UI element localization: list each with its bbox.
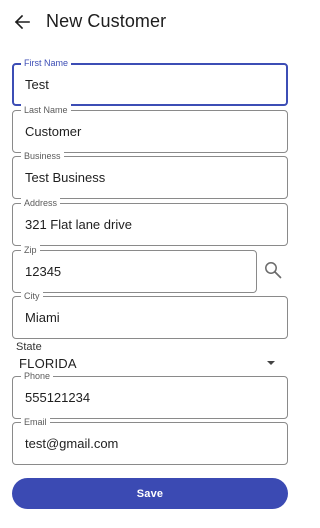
- page-title: New Customer: [46, 11, 167, 31]
- city-field[interactable]: City Miami: [12, 290, 288, 339]
- email-field[interactable]: Email test@gmail.com: [12, 416, 288, 465]
- back-button[interactable]: [9, 9, 35, 35]
- state-label: State: [16, 341, 42, 353]
- phone-label: Phone: [21, 370, 54, 382]
- save-button[interactable]: Save: [12, 478, 288, 509]
- last-name-value: Customer: [25, 124, 82, 139]
- business-label: Business: [21, 150, 64, 162]
- app-bar: New Customer: [0, 0, 300, 46]
- address-label: Address: [21, 197, 61, 209]
- city-value: Miami: [25, 310, 60, 325]
- zip-value: 12345: [25, 264, 62, 279]
- address-value: 321 Flat lane drive: [25, 217, 132, 232]
- first-name-value: Test: [25, 77, 49, 92]
- zip-field[interactable]: Zip 12345: [12, 244, 257, 293]
- email-value: test@gmail.com: [25, 436, 119, 451]
- last-name-label: Last Name: [21, 104, 71, 116]
- chevron-down-icon: [267, 361, 275, 365]
- phone-field[interactable]: Phone 555121234: [12, 370, 288, 419]
- arrow-left-icon: [14, 14, 30, 30]
- business-field[interactable]: Business Test Business: [12, 150, 288, 199]
- city-label: City: [21, 290, 43, 302]
- phone-value: 555121234: [25, 390, 91, 405]
- state-value: FLORIDA: [19, 356, 77, 371]
- zip-search-button[interactable]: [262, 259, 284, 281]
- first-name-field[interactable]: First Name Test: [12, 57, 288, 106]
- email-label: Email: [21, 416, 50, 428]
- state-select[interactable]: FLORIDA: [12, 354, 288, 374]
- search-icon: [265, 262, 282, 279]
- address-field[interactable]: Address 321 Flat lane drive: [12, 197, 288, 246]
- zip-label: Zip: [21, 244, 40, 256]
- business-value: Test Business: [25, 170, 106, 185]
- last-name-field[interactable]: Last Name Customer: [12, 104, 288, 153]
- first-name-label: First Name: [21, 57, 72, 69]
